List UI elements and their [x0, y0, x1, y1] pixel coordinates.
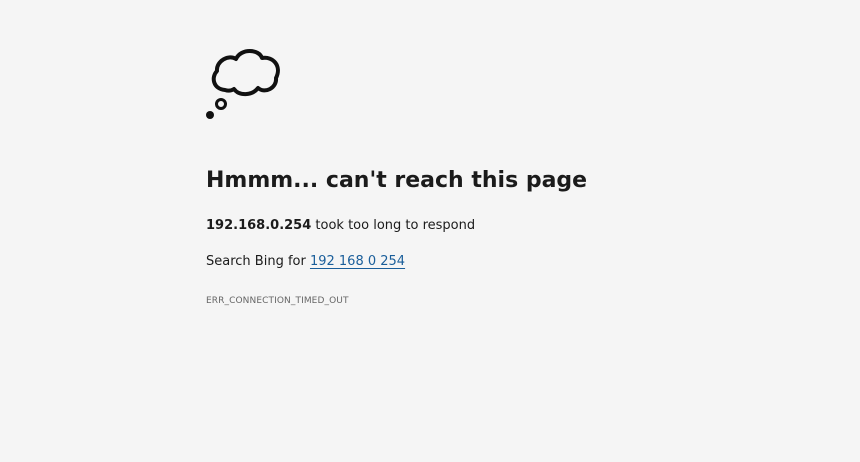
- message-suffix: took too long to respond: [311, 218, 476, 233]
- host-address: 192.168.0.254: [206, 218, 312, 233]
- search-suggestion: Search Bing for 192 168 0 254: [206, 254, 405, 269]
- search-prefix: Search Bing for: [206, 254, 310, 269]
- search-bing-link[interactable]: 192 168 0 254: [310, 254, 405, 269]
- page-title: Hmmm... can't reach this page: [206, 168, 588, 193]
- thought-cloud-icon: [203, 44, 283, 124]
- error-page: Hmmm... can't reach this page 192.168.0.…: [0, 0, 860, 462]
- error-message: 192.168.0.254 took too long to respond: [206, 218, 475, 233]
- error-code: ERR_CONNECTION_TIMED_OUT: [206, 296, 349, 306]
